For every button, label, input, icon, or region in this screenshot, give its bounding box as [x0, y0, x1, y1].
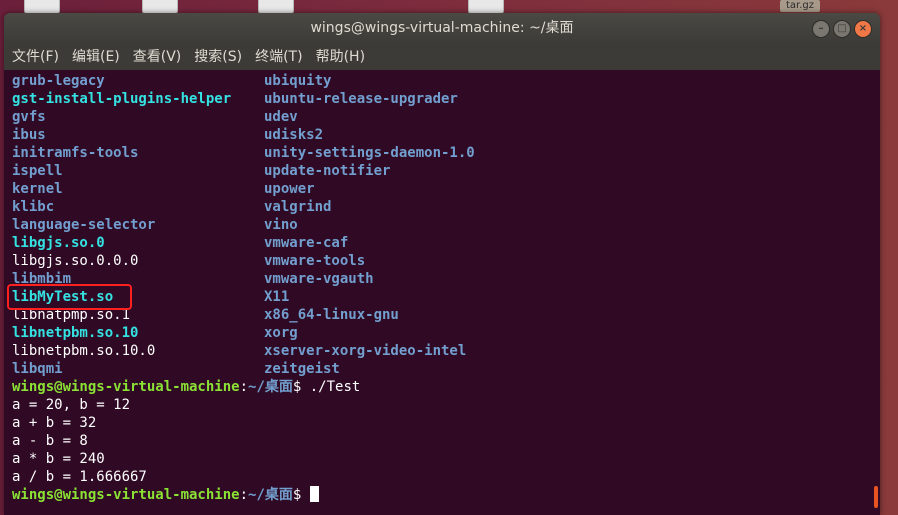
- prompt-user: wings@wings-virtual-machine: [12, 487, 240, 503]
- list-item: xserver-xorg-video-intel: [264, 343, 467, 359]
- menu-terminal[interactable]: 终端(T): [250, 44, 307, 70]
- list-item: valgrind: [264, 199, 332, 215]
- prompt-separator: :: [239, 487, 249, 503]
- text-cursor: [309, 486, 319, 502]
- list-item: update-notifier: [264, 163, 391, 179]
- output-line: a + b = 32: [12, 415, 97, 431]
- desktop-document-icon[interactable]: [468, 0, 504, 14]
- list-item: unity-settings-daemon-1.0: [264, 145, 475, 161]
- command-text: ./Test: [309, 379, 361, 395]
- maximize-button[interactable]: □: [833, 20, 851, 38]
- list-item: gvfs: [12, 109, 46, 125]
- list-item: vmware-vgauth: [264, 271, 374, 287]
- window-controls: – □ ×: [812, 20, 872, 38]
- list-item: libqmi: [12, 361, 63, 377]
- list-item: libnetpbm.so.10: [12, 325, 139, 341]
- prompt-line: wings@wings-virtual-machine:~/桌面$ ./Test: [12, 378, 360, 396]
- desktop-image-icon[interactable]: [142, 0, 178, 14]
- list-item: vmware-tools: [264, 253, 366, 269]
- highlight-box: [7, 284, 132, 310]
- list-item: udev: [264, 109, 298, 125]
- output-line: a = 20, b = 12: [12, 397, 131, 413]
- list-item: klibc: [12, 199, 55, 215]
- list-item: ispell: [12, 163, 63, 179]
- list-item: libnetpbm.so.10.0: [12, 343, 156, 359]
- desktop-disc-icon[interactable]: [258, 0, 294, 14]
- prompt-end: $: [292, 487, 310, 503]
- output-line: a - b = 8: [12, 433, 88, 449]
- list-item: initramfs-tools: [12, 145, 139, 161]
- list-item: kernel: [12, 181, 63, 197]
- list-item: libgjs.so.0: [12, 235, 105, 251]
- prompt-path: ~/桌面: [248, 379, 293, 395]
- output-line: a / b = 1.666667: [12, 469, 147, 485]
- list-item: vino: [264, 217, 298, 233]
- prompt-user: wings@wings-virtual-machine: [12, 379, 240, 395]
- menu-view[interactable]: 查看(V): [128, 44, 187, 70]
- list-item: libgjs.so.0.0.0: [12, 253, 139, 269]
- window-title: wings@wings-virtual-machine: ~/桌面: [310, 20, 574, 36]
- list-item: ubuntu-release-upgrader: [264, 91, 458, 107]
- prompt-separator: :: [239, 379, 249, 395]
- list-item: ibus: [12, 127, 46, 143]
- terminal-window: wings@wings-virtual-machine: ~/桌面 – □ × …: [4, 13, 880, 515]
- prompt-end: $: [292, 379, 310, 395]
- list-item: udisks2: [264, 127, 324, 143]
- output-line: a * b = 240: [12, 451, 105, 467]
- list-item: gst-install-plugins-helper: [12, 91, 232, 107]
- menu-edit[interactable]: 编辑(E): [67, 44, 125, 70]
- list-item: upower: [264, 181, 315, 197]
- desktop-archive-label[interactable]: tar.gz: [780, 0, 820, 12]
- list-item: grub-legacy: [12, 73, 105, 89]
- close-button[interactable]: ×: [854, 20, 872, 38]
- prompt-path: ~/桌面: [248, 487, 293, 503]
- minimize-button[interactable]: –: [812, 20, 830, 38]
- list-item: zeitgeist: [264, 361, 340, 377]
- list-item: x86_64-linux-gnu: [264, 307, 399, 323]
- active-prompt-line[interactable]: wings@wings-virtual-machine:~/桌面$: [12, 486, 319, 504]
- menu-help[interactable]: 帮助(H): [311, 44, 370, 70]
- menu-search[interactable]: 搜索(S): [189, 44, 247, 70]
- title-bar[interactable]: wings@wings-virtual-machine: ~/桌面 – □ ×: [4, 13, 880, 44]
- scrollbar-thumb[interactable]: [874, 486, 878, 508]
- list-item: xorg: [264, 325, 298, 341]
- list-item: language-selector: [12, 217, 156, 233]
- menu-file[interactable]: 文件(F): [7, 44, 64, 70]
- menu-bar: 文件(F) 编辑(E) 查看(V) 搜索(S) 终端(T) 帮助(H): [4, 44, 880, 70]
- list-item: vmware-caf: [264, 235, 349, 251]
- desktop-file-icon[interactable]: [24, 0, 60, 14]
- terminal-output[interactable]: grub-legacy gst-install-plugins-helper g…: [4, 70, 880, 515]
- list-item: X11: [264, 289, 290, 305]
- list-item: ubiquity: [264, 73, 332, 89]
